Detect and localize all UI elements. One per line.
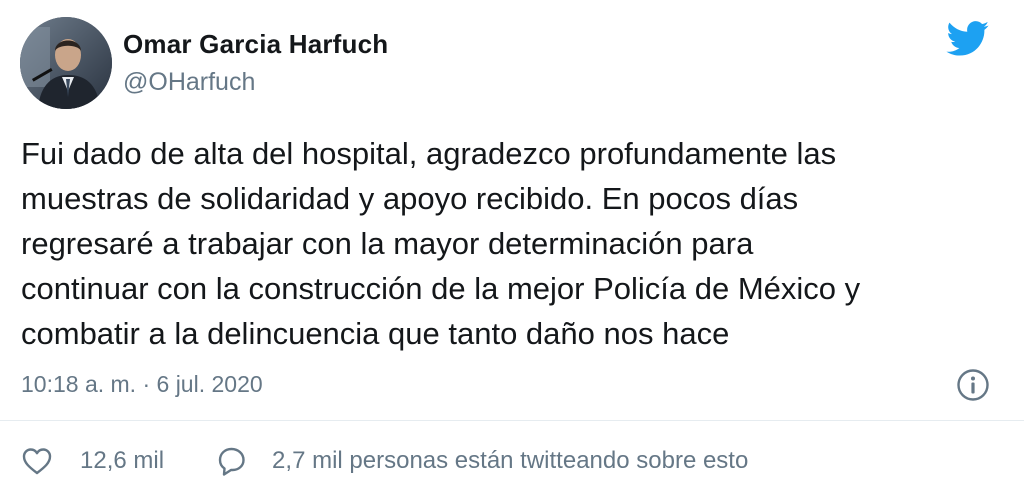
tweet-timestamp[interactable]: 10:18 a. m. · 6 jul. 2020: [21, 366, 263, 402]
tweet-text-line: regresaré a trabajar con la mayor determ…: [21, 226, 754, 261]
like-count: 12,6 mil: [80, 447, 165, 474]
tweet-card: Omar Garcia Harfuch @OHarfuch Fui dado d…: [0, 0, 1024, 497]
author-handle[interactable]: @OHarfuch: [123, 66, 388, 98]
divider: [0, 420, 1024, 421]
author-display-name[interactable]: Omar Garcia Harfuch: [123, 28, 388, 60]
tweet-text: Fui dado de alta del hospital, agradezco…: [21, 131, 1006, 356]
tweet-text-line: muestras de solidaridad y apoyo recibido…: [21, 181, 799, 216]
avatar[interactable]: [20, 17, 112, 109]
like-button[interactable]: 12,6 mil: [21, 446, 164, 476]
twitter-bird-icon[interactable]: [946, 21, 990, 57]
avatar-image: [20, 17, 112, 109]
tweet-text-line: combatir a la delincuencia que tanto dañ…: [21, 316, 730, 351]
tweet-actions: 12,6 mil 2,7 mil personas están twittean…: [21, 441, 748, 481]
tweet-text-line: Fui dado de alta del hospital, agradezco…: [21, 136, 837, 171]
info-icon[interactable]: [956, 368, 990, 402]
conversation-text: 2,7 mil personas están twitteando sobre …: [272, 447, 749, 474]
conversation-link[interactable]: 2,7 mil personas están twitteando sobre …: [214, 445, 748, 477]
speech-bubble-icon: [218, 447, 245, 476]
tweet-text-line: continuar con la construcción de la mejo…: [21, 271, 861, 306]
author-block: Omar Garcia Harfuch @OHarfuch: [123, 28, 388, 98]
heart-icon: [22, 448, 52, 475]
